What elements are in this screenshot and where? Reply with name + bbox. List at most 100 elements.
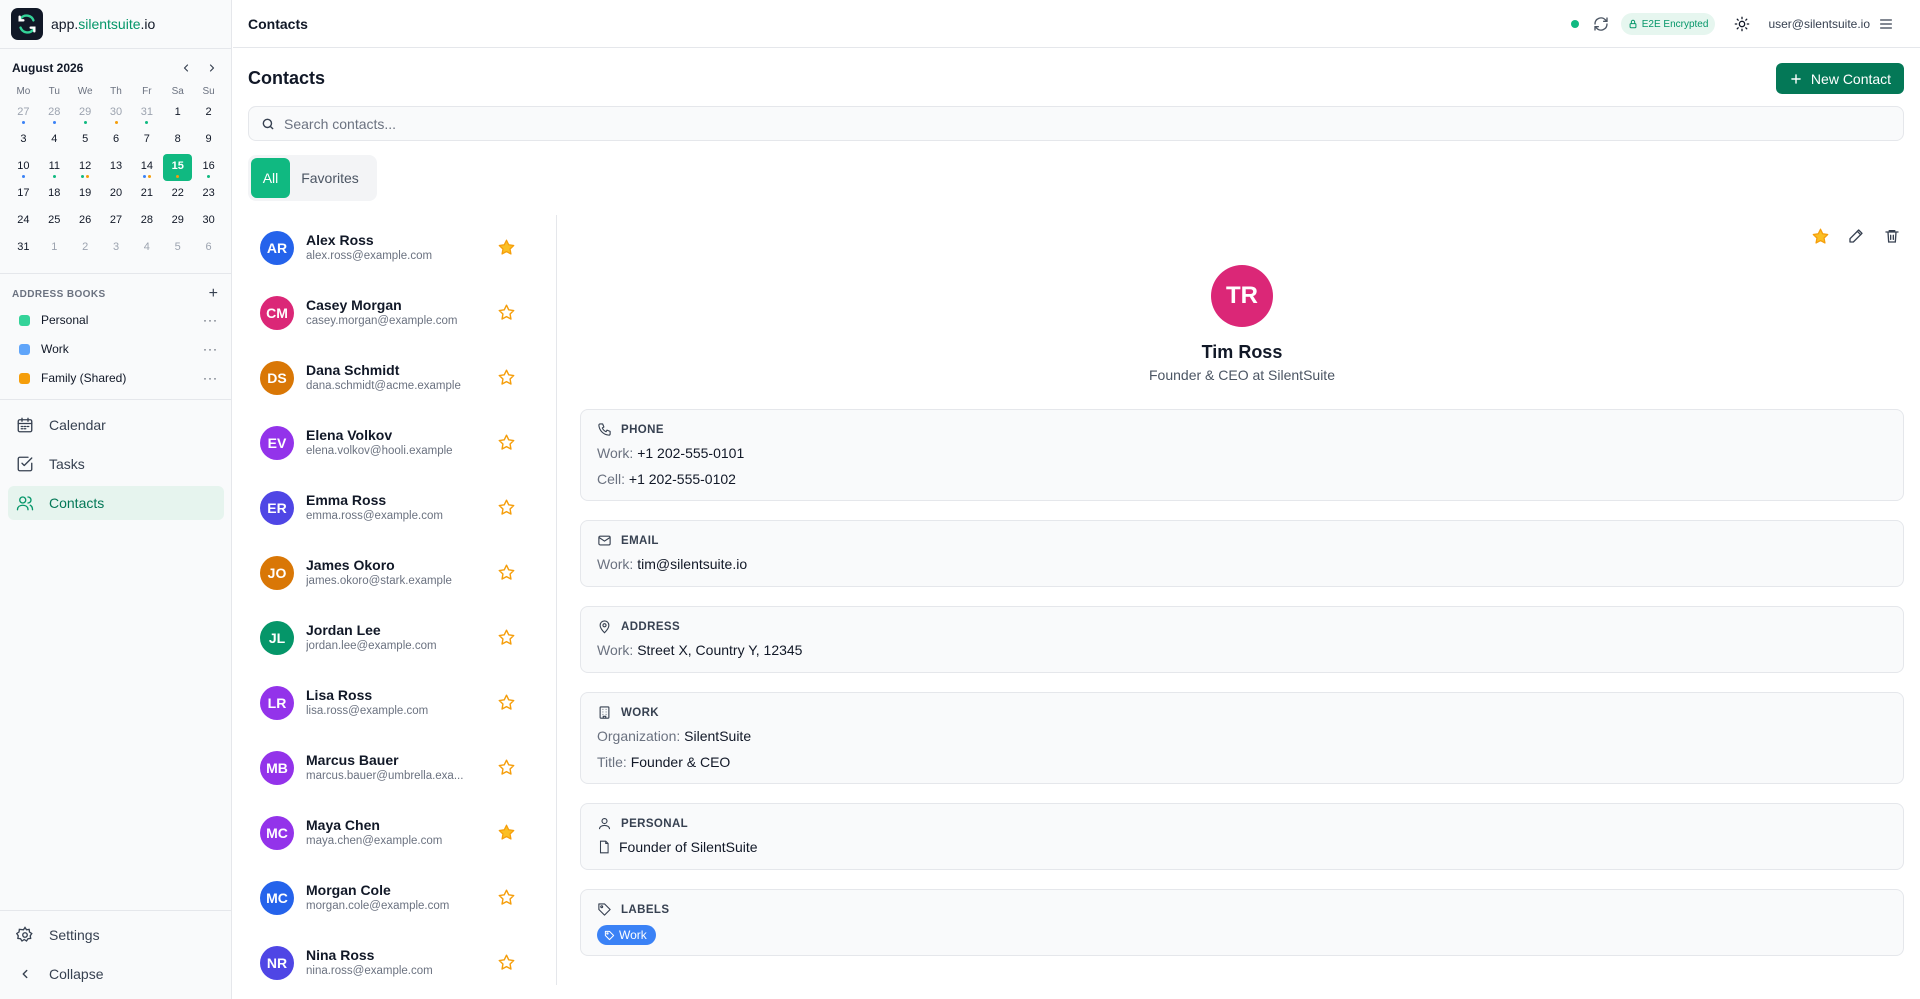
favorite-star-icon[interactable]: [497, 888, 517, 908]
calendar-day[interactable]: 14: [131, 154, 162, 181]
tab-all[interactable]: All: [251, 158, 290, 198]
calendar-day[interactable]: 7: [131, 127, 162, 154]
calendar-day[interactable]: 25: [39, 208, 70, 235]
calendar-day[interactable]: 22: [162, 181, 193, 208]
more-options-icon[interactable]: ···: [203, 342, 218, 356]
address-book-family-shared[interactable]: Family (Shared) ···: [12, 367, 218, 389]
sync-icon[interactable]: [1593, 16, 1609, 32]
contact-list-item[interactable]: ER Emma Ross emma.ross@example.com: [248, 475, 538, 540]
calendar-day[interactable]: 1: [39, 235, 70, 262]
calendar-day[interactable]: 27: [8, 100, 39, 127]
calendar-day[interactable]: 31: [131, 100, 162, 127]
label-chip[interactable]: Work: [597, 925, 656, 945]
contact-list-item[interactable]: EV Elena Volkov elena.volkov@hooli.example: [248, 410, 538, 475]
phone-work[interactable]: Work: +1 202-555-0101: [597, 445, 744, 461]
favorite-star-icon[interactable]: [497, 758, 517, 778]
favorite-star-icon[interactable]: [497, 563, 517, 583]
favorite-star-icon[interactable]: [497, 368, 517, 388]
calendar-day[interactable]: 3: [8, 127, 39, 154]
contact-list-item[interactable]: MB Marcus Bauer marcus.bauer@umbrella.exa.…: [248, 735, 538, 800]
event-dot: [52, 121, 56, 124]
search-input[interactable]: [284, 115, 1844, 132]
nav-calendar[interactable]: Calendar: [8, 408, 224, 442]
favorite-star-icon[interactable]: [497, 498, 517, 518]
calendar-day[interactable]: 29: [162, 208, 193, 235]
favorite-star-icon[interactable]: [497, 303, 517, 323]
calendar-day[interactable]: 24: [8, 208, 39, 235]
calendar-day[interactable]: 15: [163, 154, 193, 181]
new-contact-button[interactable]: New Contact: [1776, 63, 1904, 94]
favorite-star-icon[interactable]: [497, 433, 517, 453]
calendar-day[interactable]: 18: [39, 181, 70, 208]
favorite-star-icon[interactable]: [497, 693, 517, 713]
calendar-day[interactable]: 11: [39, 154, 70, 181]
favorite-star-icon[interactable]: [497, 823, 517, 843]
calendar-day[interactable]: 2: [193, 100, 224, 127]
trash-icon[interactable]: [1882, 226, 1902, 246]
calendar-day[interactable]: 6: [193, 235, 224, 262]
calendar-day[interactable]: 30: [193, 208, 224, 235]
contact-list-item[interactable]: CM Casey Morgan casey.morgan@example.com: [248, 280, 538, 345]
more-options-icon[interactable]: ···: [203, 313, 218, 327]
calendar-day[interactable]: 4: [39, 127, 70, 154]
calendar-day[interactable]: 1: [162, 100, 193, 127]
calendar-day[interactable]: 8: [162, 127, 193, 154]
calendar-day[interactable]: 6: [101, 127, 132, 154]
favorite-star-icon[interactable]: [497, 628, 517, 648]
calendar-day[interactable]: 20: [101, 181, 132, 208]
contact-name: Emma Ross: [306, 492, 387, 508]
tab-favorites[interactable]: Favorites: [290, 158, 370, 198]
user-account-menu[interactable]: user@silentsuite.io: [1768, 17, 1870, 31]
contact-list-item[interactable]: DS Dana Schmidt dana.schmidt@acme.example: [248, 345, 538, 410]
brand[interactable]: app.silentsuite.io: [11, 8, 155, 40]
calendar-day[interactable]: 31: [8, 235, 39, 262]
nav-contacts[interactable]: Contacts: [8, 486, 224, 520]
calendar-day[interactable]: 28: [39, 100, 70, 127]
contact-list-item[interactable]: NR Nina Ross nina.ross@example.com: [248, 930, 538, 995]
contact-avatar: TR: [1211, 265, 1273, 327]
phone-cell[interactable]: Cell: +1 202-555-0102: [597, 471, 736, 487]
calendar-day[interactable]: 3: [101, 235, 132, 262]
nav-tasks[interactable]: Tasks: [8, 447, 224, 481]
calendar-day[interactable]: 12: [70, 154, 101, 181]
calendar-day[interactable]: 2: [70, 235, 101, 262]
calendar-day[interactable]: 28: [131, 208, 162, 235]
prev-month-icon[interactable]: [178, 60, 194, 76]
calendar-day[interactable]: 9: [193, 127, 224, 154]
contact-list-item[interactable]: LR Lisa Ross lisa.ross@example.com: [248, 670, 538, 735]
edit-pencil-icon[interactable]: [1846, 226, 1866, 246]
address-book-work[interactable]: Work ···: [12, 338, 218, 360]
contact-list-item[interactable]: JO James Okoro james.okoro@stark.example: [248, 540, 538, 605]
calendar-day[interactable]: 23: [193, 181, 224, 208]
address-book-personal[interactable]: Personal ···: [12, 309, 218, 331]
sun-icon[interactable]: [1734, 16, 1750, 32]
calendar-day[interactable]: 4: [131, 235, 162, 262]
email-work[interactable]: Work: tim@silentsuite.io: [597, 556, 747, 572]
calendar-day[interactable]: 13: [101, 154, 132, 181]
calendar-day[interactable]: 29: [70, 100, 101, 127]
nav-settings[interactable]: Settings: [8, 918, 224, 952]
add-address-book-button[interactable]: +: [209, 286, 218, 302]
collapse-sidebar-button[interactable]: Collapse: [8, 957, 224, 991]
calendar-day[interactable]: 27: [101, 208, 132, 235]
contact-list-item[interactable]: JL Jordan Lee jordan.lee@example.com: [248, 605, 538, 670]
calendar-day[interactable]: 16: [193, 154, 224, 181]
calendar-day[interactable]: 30: [101, 100, 132, 127]
more-options-icon[interactable]: ···: [203, 371, 218, 385]
favorite-star-icon[interactable]: [497, 238, 517, 258]
calendar-day[interactable]: 5: [70, 127, 101, 154]
calendar-day[interactable]: 21: [131, 181, 162, 208]
favorite-star-icon[interactable]: [497, 953, 517, 973]
calendar-day[interactable]: 10: [8, 154, 39, 181]
contact-info: Jordan Lee jordan.lee@example.com: [306, 621, 481, 654]
next-month-icon[interactable]: [204, 60, 220, 76]
favorite-star-icon[interactable]: [1810, 226, 1830, 246]
contact-list-item[interactable]: MC Morgan Cole morgan.cole@example.com: [248, 865, 538, 930]
calendar-day[interactable]: 17: [8, 181, 39, 208]
contact-list-item[interactable]: MC Maya Chen maya.chen@example.com: [248, 800, 538, 865]
calendar-day[interactable]: 19: [70, 181, 101, 208]
hamburger-menu-icon[interactable]: [1878, 16, 1894, 32]
calendar-day[interactable]: 26: [70, 208, 101, 235]
contact-list-item[interactable]: AR Alex Ross alex.ross@example.com: [248, 215, 538, 280]
calendar-day[interactable]: 5: [162, 235, 193, 262]
